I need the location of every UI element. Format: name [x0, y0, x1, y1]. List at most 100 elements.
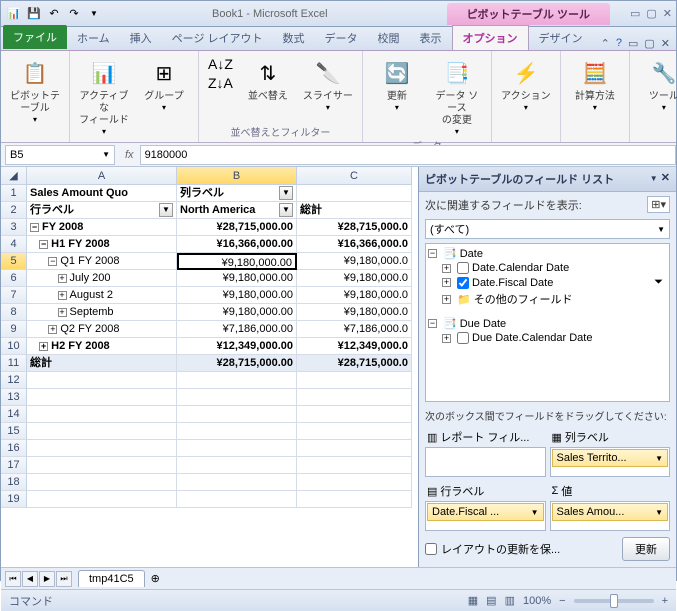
- tree-expand-icon[interactable]: +: [442, 278, 451, 287]
- maximize-icon[interactable]: ▢: [646, 7, 656, 20]
- update-button[interactable]: 更新: [622, 537, 670, 561]
- name-box[interactable]: B5▼: [5, 145, 115, 165]
- minimize-ribbon-icon[interactable]: ⌃: [601, 37, 610, 50]
- tab-design[interactable]: デザイン: [529, 26, 593, 50]
- tree-item[interactable]: +Date.Fiscal Date⏷: [428, 275, 667, 290]
- expand-collapse-icon[interactable]: +: [58, 308, 67, 317]
- expand-collapse-icon[interactable]: −: [30, 223, 39, 232]
- tab-view[interactable]: 表示: [410, 26, 452, 50]
- row-header[interactable]: 5: [1, 253, 27, 270]
- cell[interactable]: [297, 389, 412, 406]
- cell[interactable]: [177, 423, 297, 440]
- doc-minimize-icon[interactable]: ▭: [628, 37, 638, 50]
- cell[interactable]: [177, 457, 297, 474]
- redo-icon[interactable]: ↷: [65, 5, 83, 23]
- tree-expand-icon[interactable]: −: [428, 249, 437, 258]
- cell[interactable]: +Septemb: [27, 304, 177, 321]
- filter-dropdown-icon[interactable]: ▼: [279, 186, 293, 200]
- minimize-icon[interactable]: ▭: [630, 7, 640, 20]
- row-header[interactable]: 9: [1, 321, 27, 338]
- doc-close-icon[interactable]: ✕: [661, 37, 670, 50]
- view-page-layout-icon[interactable]: ▤: [486, 594, 496, 607]
- save-icon[interactable]: 💾: [25, 5, 43, 23]
- row-header[interactable]: 17: [1, 457, 27, 474]
- tab-formulas[interactable]: 数式: [273, 26, 315, 50]
- tree-item[interactable]: +Due Date.Calendar Date: [428, 331, 667, 345]
- cell[interactable]: ¥28,715,000.00: [177, 219, 297, 236]
- filter-dropdown-icon[interactable]: ▼: [279, 203, 293, 217]
- view-page-break-icon[interactable]: ▥: [505, 594, 515, 607]
- cell[interactable]: ¥9,180,000.00: [177, 270, 297, 287]
- tab-data[interactable]: データ: [315, 26, 368, 50]
- row-header[interactable]: 1: [1, 185, 27, 202]
- cell[interactable]: 行ラベル▼: [27, 202, 177, 219]
- change-data-source-button[interactable]: 📑データ ソース の変更▾: [429, 55, 485, 138]
- view-normal-icon[interactable]: ▦: [468, 594, 478, 607]
- cell[interactable]: [177, 474, 297, 491]
- cell[interactable]: +July 200: [27, 270, 177, 287]
- col-header[interactable]: A: [27, 167, 177, 185]
- fx-icon[interactable]: fx: [119, 149, 140, 161]
- field-checkbox[interactable]: [457, 277, 469, 289]
- qat-dropdown-icon[interactable]: ▼: [85, 5, 103, 23]
- sheet-tab[interactable]: tmp41C5: [78, 570, 145, 587]
- cell[interactable]: [27, 491, 177, 508]
- cell[interactable]: North America▼: [177, 202, 297, 219]
- row-header[interactable]: 6: [1, 270, 27, 287]
- expand-collapse-icon[interactable]: +: [58, 274, 67, 283]
- cell[interactable]: 総計: [27, 355, 177, 372]
- cell[interactable]: [27, 372, 177, 389]
- tree-item[interactable]: +Date.Calendar Date: [428, 261, 667, 275]
- tree-item[interactable]: −📑Date: [428, 246, 667, 261]
- excel-icon[interactable]: 📊: [5, 5, 23, 23]
- zone-values-item[interactable]: Sales Amou...▼: [552, 503, 669, 521]
- cell[interactable]: [27, 474, 177, 491]
- zoom-out-icon[interactable]: −: [559, 595, 565, 607]
- row-header[interactable]: 13: [1, 389, 27, 406]
- cell[interactable]: −H1 FY 2008: [27, 236, 177, 253]
- row-header[interactable]: 10: [1, 338, 27, 355]
- row-header[interactable]: 15: [1, 423, 27, 440]
- active-field-button[interactable]: 📊アクティブな フィールド▾: [76, 55, 132, 138]
- expand-collapse-icon[interactable]: −: [39, 240, 48, 249]
- row-header[interactable]: 7: [1, 287, 27, 304]
- zoom-in-icon[interactable]: +: [662, 595, 668, 607]
- field-filter-dropdown[interactable]: (すべて)▼: [425, 219, 670, 239]
- cell[interactable]: [27, 423, 177, 440]
- cell[interactable]: Sales Amount Quo: [27, 185, 177, 202]
- zone-values[interactable]: Sales Amou...▼: [550, 501, 671, 531]
- cell[interactable]: ¥7,186,000.0: [297, 321, 412, 338]
- cell[interactable]: [27, 406, 177, 423]
- expand-collapse-icon[interactable]: +: [48, 325, 57, 334]
- cell[interactable]: ¥28,715,000.00: [177, 355, 297, 372]
- cell[interactable]: [297, 423, 412, 440]
- group-button[interactable]: ⊞グループ▾: [136, 55, 192, 114]
- cell[interactable]: [177, 372, 297, 389]
- sheet-next-icon[interactable]: ▶: [39, 571, 55, 587]
- cell[interactable]: [27, 440, 177, 457]
- cell[interactable]: ¥9,180,000.0: [297, 270, 412, 287]
- field-checkbox[interactable]: [457, 262, 469, 274]
- row-header[interactable]: 18: [1, 474, 27, 491]
- row-header[interactable]: 11: [1, 355, 27, 372]
- tab-review[interactable]: 校閲: [368, 26, 410, 50]
- filter-dropdown-icon[interactable]: ▼: [159, 203, 173, 217]
- cell[interactable]: [27, 457, 177, 474]
- refresh-button[interactable]: 🔄更新▾: [369, 55, 425, 114]
- cell[interactable]: 総計: [297, 202, 412, 219]
- cell[interactable]: [297, 372, 412, 389]
- cell[interactable]: ¥16,366,000.00: [177, 236, 297, 253]
- zone-report-filter[interactable]: [425, 447, 546, 477]
- cell[interactable]: [297, 457, 412, 474]
- row-header[interactable]: 16: [1, 440, 27, 457]
- help-icon[interactable]: ?: [616, 37, 622, 50]
- cell[interactable]: ¥7,186,000.00: [177, 321, 297, 338]
- slicer-button[interactable]: 🔪スライサー▾: [300, 55, 356, 114]
- cell[interactable]: −Q1 FY 2008: [27, 253, 177, 270]
- cell[interactable]: [27, 389, 177, 406]
- field-tree[interactable]: −📑Date+Date.Calendar Date+Date.Fiscal Da…: [425, 243, 670, 402]
- cell[interactable]: ¥12,349,000.0: [297, 338, 412, 355]
- zone-column-item[interactable]: Sales Territo...▼: [552, 449, 669, 467]
- cell[interactable]: ¥28,715,000.0: [297, 219, 412, 236]
- cell[interactable]: ¥16,366,000.0: [297, 236, 412, 253]
